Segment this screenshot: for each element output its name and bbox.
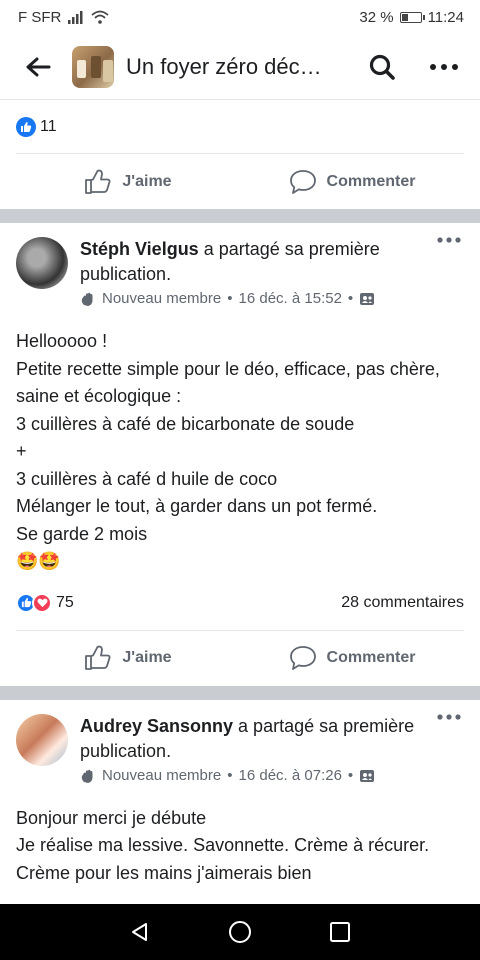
post-line: 3 cuillères à café de bicarbonate de sou… [16, 413, 355, 434]
comment-count[interactable]: 28 commentaires [341, 594, 464, 612]
group-privacy-icon [360, 293, 375, 305]
group-avatar[interactable] [72, 45, 114, 88]
post-header: Stéph Vielgus a partagé sa première publ… [0, 223, 480, 310]
comment-label: Commenter [326, 172, 416, 190]
post-separator [0, 685, 480, 700]
battery-fill [401, 13, 408, 21]
author-name[interactable]: Stéph Vielgus [80, 239, 199, 259]
post-options-button[interactable] [434, 237, 464, 259]
top-bar: Un foyer zéro déc… [0, 34, 480, 100]
comment-button[interactable]: Commenter [240, 154, 464, 209]
nav-back-button[interactable] [120, 912, 160, 952]
reaction-count: 75 [56, 593, 74, 611]
post-line: 3 cuillères à café d huile de coco [16, 468, 278, 489]
post-options-button[interactable] [434, 713, 464, 736]
status-bar: F SFR 32 % 11:24 [0, 0, 480, 34]
post-line: Bonjour merci je débute [16, 807, 207, 828]
post-line: Mélanger le tout, à garder dans un pot f… [16, 496, 378, 516]
avatar[interactable] [16, 713, 68, 766]
member-badge: Nouveau membre [102, 290, 222, 307]
thumbs-up-icon [85, 169, 111, 194]
like-reaction-icon [16, 117, 36, 137]
post-meta: Nouveau membre • 16 déc. à 15:52 • [80, 288, 426, 310]
post-card: Audrey Sansonny a partagé sa première pu… [0, 700, 480, 888]
post-text: Bonjour merci je débute Je réalise ma le… [0, 787, 480, 888]
like-button[interactable]: J'aime [16, 154, 240, 209]
search-icon [369, 54, 395, 80]
post-date[interactable]: 16 déc. à 15:52 [239, 288, 342, 310]
reaction-summary[interactable]: 75 28 commentaires [0, 576, 480, 630]
carrier-label: F SFR [18, 8, 62, 26]
comment-button[interactable]: Commenter [240, 631, 464, 686]
like-label: J'aime [122, 649, 172, 666]
arrow-left-icon [26, 57, 51, 76]
previous-post: 11 J'aime Commenter [0, 101, 480, 209]
more-dots-icon [430, 63, 458, 70]
clock: 11:24 [427, 8, 464, 26]
post-line: + [16, 441, 27, 461]
reaction-summary[interactable]: 11 [0, 101, 480, 153]
home-circle-icon [229, 921, 251, 943]
post-separator [0, 209, 480, 223]
comment-label: Commenter [326, 649, 416, 666]
comment-bubble-icon [289, 169, 316, 194]
post-card: Stéph Vielgus a partagé sa première publ… [0, 223, 480, 686]
battery-icon [399, 11, 425, 23]
like-label: J'aime [122, 172, 172, 190]
post-actions: J'aime Commenter [16, 629, 464, 686]
post-line: Hellooooo ! [16, 331, 108, 351]
post-meta: Nouveau membre • 16 déc. à 07:26 • [80, 765, 426, 787]
post-date[interactable]: 16 déc. à 07:26 [239, 765, 342, 787]
post-line: Petite recette simple pour le déo, effic… [16, 358, 445, 407]
love-reaction-icon [32, 592, 52, 613]
post-line: Je réalise ma lessive. Savonnette. Crème… [16, 835, 435, 883]
wave-hand-icon [81, 292, 93, 306]
comment-bubble-icon [289, 646, 316, 670]
like-button[interactable]: J'aime [16, 631, 240, 686]
more-dots-icon [437, 237, 461, 243]
author-name[interactable]: Audrey Sansonny [80, 716, 233, 736]
back-triangle-icon [132, 923, 147, 941]
back-button[interactable] [20, 49, 56, 85]
battery-percent: 32 % [359, 8, 394, 26]
reaction-count: 11 [40, 118, 57, 135]
recents-square-icon [330, 922, 350, 942]
group-title[interactable]: Un foyer zéro déc… [126, 54, 364, 80]
more-options-button[interactable] [426, 49, 462, 85]
post-line: Se garde 2 mois [16, 523, 148, 544]
more-dots-icon [437, 713, 461, 720]
nav-recents-button[interactable] [320, 912, 360, 952]
group-privacy-icon [360, 769, 375, 782]
post-actions: J'aime Commenter [16, 153, 464, 209]
signal-icon [68, 11, 83, 24]
wifi-icon [91, 10, 109, 24]
system-nav-bar [0, 904, 480, 960]
avatar[interactable] [16, 237, 68, 289]
thumbs-up-icon [85, 645, 111, 670]
post-header: Audrey Sansonny a partagé sa première pu… [0, 700, 480, 787]
feed: 11 J'aime Commenter Stéph Vielgus a part… [0, 101, 480, 887]
member-badge: Nouveau membre [102, 766, 222, 784]
post-emoji: 🤩🤩 [16, 551, 61, 571]
post-text: Hellooooo ! Petite recette simple pour l… [0, 310, 480, 576]
search-button[interactable] [364, 49, 400, 85]
wave-hand-icon [81, 769, 93, 783]
nav-home-button[interactable] [220, 912, 260, 952]
